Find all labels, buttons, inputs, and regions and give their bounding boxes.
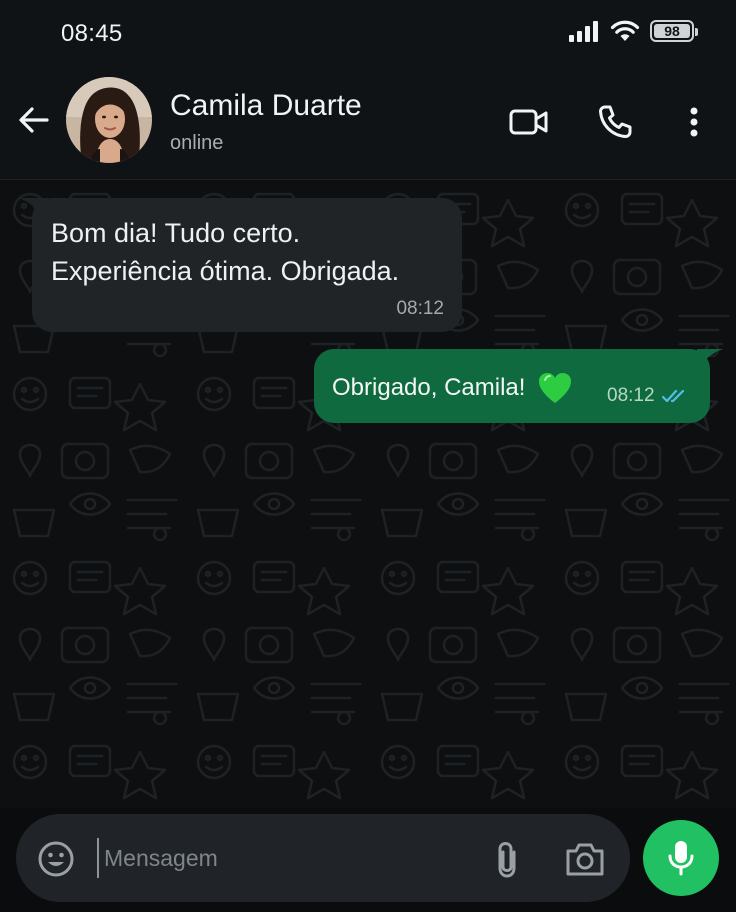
- double-check-icon: [661, 389, 684, 403]
- emoji-button[interactable]: [37, 840, 75, 878]
- attach-button[interactable]: [490, 840, 526, 880]
- chat-header: Camila Duarte online: [0, 64, 736, 180]
- bubble-tail-outgoing: [697, 349, 723, 371]
- message-outgoing[interactable]: Obrigado, Camila! 08:12: [314, 349, 710, 423]
- status-bar: 08:45 98: [0, 0, 736, 64]
- message-line: Bom dia! Tudo certo.: [51, 218, 301, 248]
- message-time: 08:12: [607, 385, 655, 406]
- contact-avatar[interactable]: [66, 77, 152, 163]
- message-meta: 08:12: [607, 385, 689, 407]
- phone-icon: [599, 105, 632, 138]
- message-input[interactable]: [104, 834, 484, 882]
- message-text: Bom dia! Tudo certo. Experiência ótima. …: [51, 214, 399, 290]
- chat-area[interactable]: Bom dia! Tudo certo. Experiência ótima. …: [0, 180, 736, 808]
- signal-icon: [569, 21, 598, 42]
- video-call-icon: [509, 109, 548, 135]
- video-call-button[interactable]: [507, 100, 551, 144]
- emoji-icon: [38, 841, 74, 877]
- message-text-content: Obrigado, Camila!: [332, 374, 526, 401]
- battery-level: 98: [664, 23, 680, 39]
- back-button[interactable]: [16, 102, 52, 138]
- text-cursor: [97, 838, 99, 878]
- camera-icon: [566, 843, 604, 876]
- more-options-icon: [690, 107, 698, 137]
- contact-name[interactable]: Camila Duarte: [170, 89, 362, 123]
- voice-call-button[interactable]: [593, 100, 637, 144]
- status-time: 08:45: [61, 20, 123, 47]
- camera-button[interactable]: [564, 840, 606, 878]
- battery-icon: 98: [650, 20, 698, 42]
- back-arrow-icon: [19, 107, 49, 133]
- bubble-tail-incoming: [18, 198, 48, 222]
- composer-pill: [16, 814, 630, 902]
- paperclip-icon: [498, 841, 516, 878]
- message-time: 08:12: [396, 298, 444, 319]
- message-text: Obrigado, Camila!: [332, 371, 573, 405]
- green-heart-icon: [537, 371, 573, 405]
- composer-bar: [0, 808, 736, 912]
- message-line: Experiência ótima. Obrigada.: [51, 256, 400, 286]
- contact-status: online: [170, 132, 224, 154]
- voice-message-button[interactable]: [643, 820, 719, 896]
- message-incoming[interactable]: Bom dia! Tudo certo. Experiência ótima. …: [32, 198, 462, 332]
- more-options-button[interactable]: [672, 100, 716, 144]
- status-icons: 98: [568, 20, 698, 42]
- wifi-icon: [610, 20, 640, 41]
- microphone-icon: [668, 841, 694, 876]
